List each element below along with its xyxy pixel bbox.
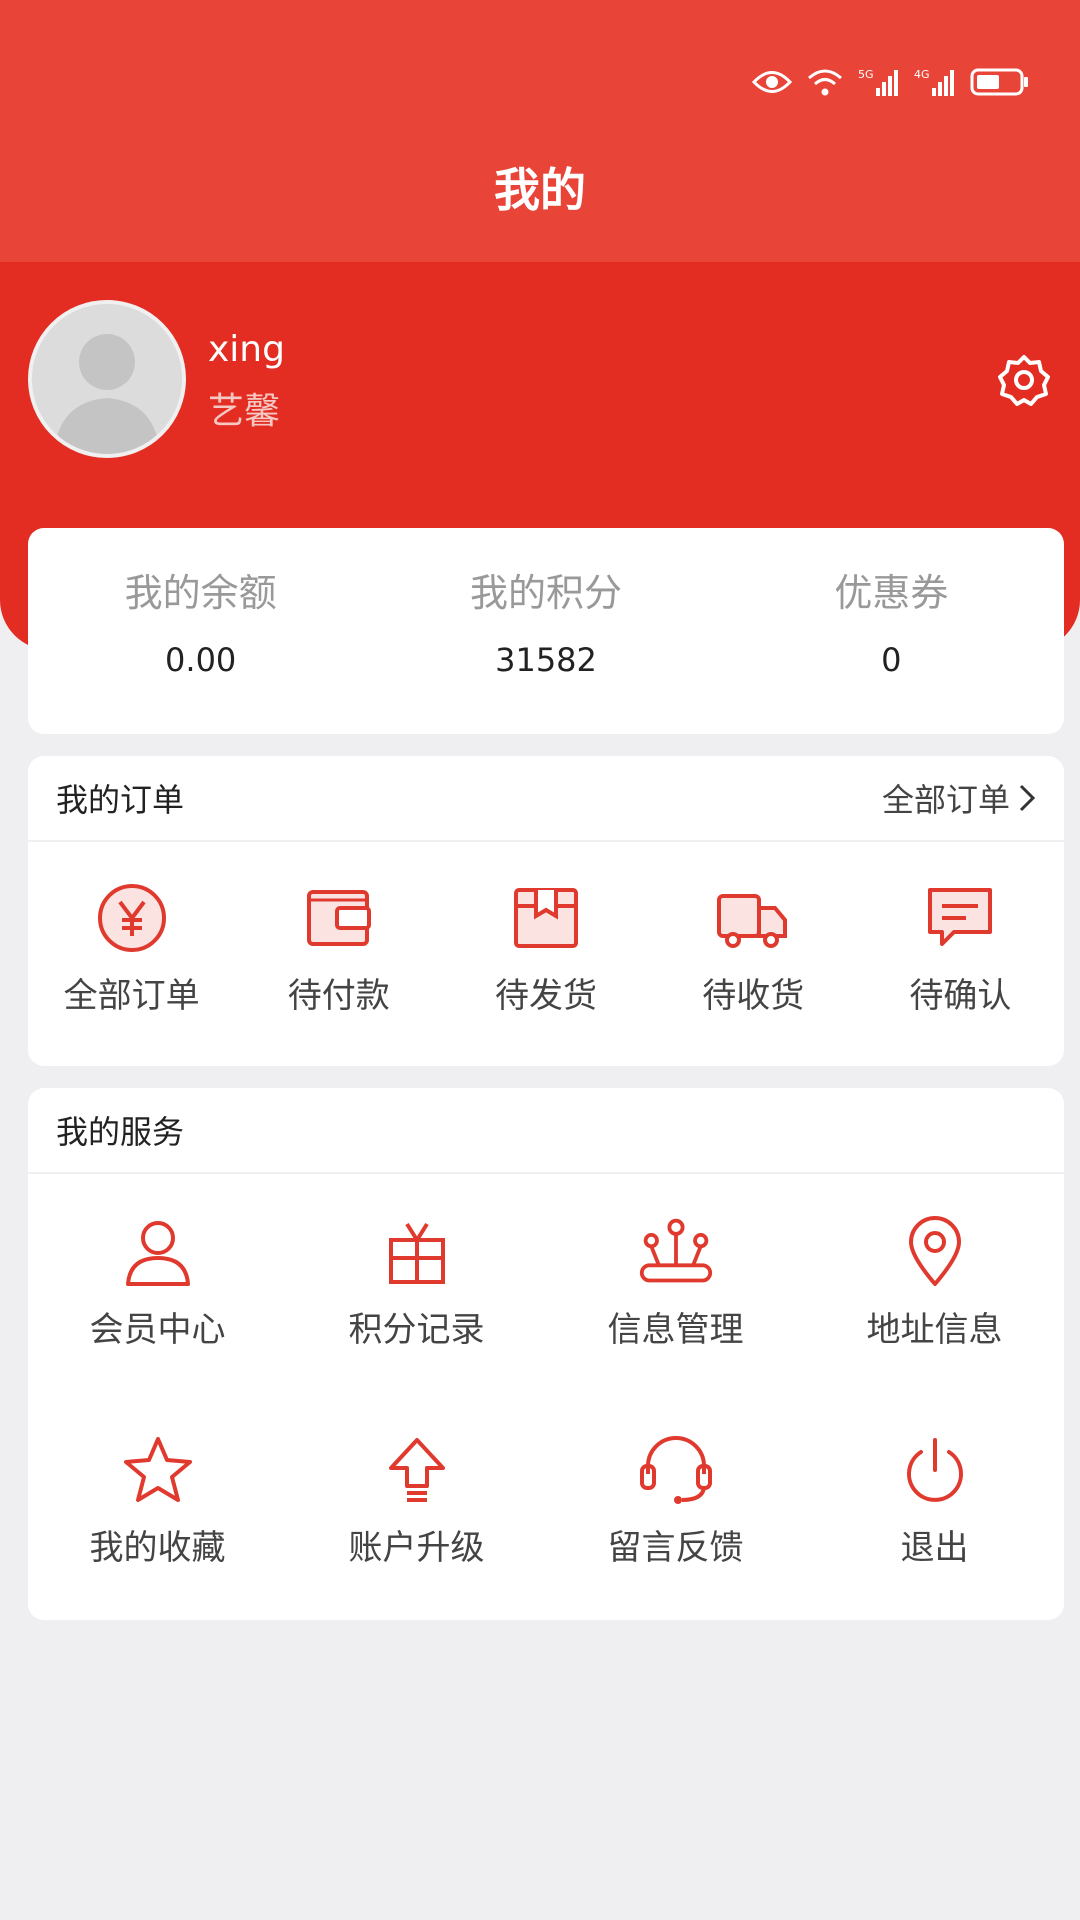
service-label: 地址信息 [866, 1310, 1003, 1350]
order-label: 待收货 [702, 976, 805, 1016]
service-points-record[interactable]: 积分记录 [287, 1214, 546, 1432]
user-subtitle: 艺馨 [208, 391, 281, 432]
order-pending-payment[interactable]: 待付款 [235, 880, 442, 1018]
info-manage-icon [639, 1218, 712, 1283]
order-all[interactable]: 全部订单 [28, 880, 235, 1018]
service-label: 我的收藏 [89, 1528, 226, 1568]
service-label: 留言反馈 [607, 1528, 744, 1568]
order-label: 待发货 [495, 976, 597, 1016]
wallet-card: 我的余额 0.00 我的积分 31582 优惠券 0 [28, 528, 1064, 734]
wallet-points[interactable]: 我的积分 31582 [373, 528, 718, 734]
message-icon [928, 888, 993, 946]
service-label: 信息管理 [607, 1310, 744, 1350]
signal-4g-icon: 4G [914, 68, 954, 96]
all-orders-link-label: 全部订单 [881, 781, 1010, 819]
user-icon [125, 1221, 190, 1286]
gift-icon [388, 1222, 445, 1284]
all-orders-link[interactable]: 全部订单 [882, 775, 1036, 821]
order-label: 全部订单 [63, 976, 200, 1016]
service-info-manage[interactable]: 信息管理 [546, 1214, 805, 1432]
orders-header: 我的订单 全部订单 [28, 756, 1064, 842]
upgrade-arrow-icon [388, 1438, 445, 1502]
services-card: 我的服务 会员中心 积分记录 信息管理 地址信息 我的收藏 账户升级 留言反馈 … [28, 1088, 1064, 1620]
service-label: 退出 [900, 1528, 969, 1568]
order-pending-receipt[interactable]: 待收货 [650, 880, 857, 1018]
wallet-value: 0.00 [165, 641, 237, 679]
yen-circle-icon [97, 884, 166, 952]
service-label: 积分记录 [348, 1310, 485, 1350]
wallet-icon [306, 890, 371, 946]
truck-icon [717, 894, 788, 948]
default-avatar-icon [32, 304, 182, 454]
battery-icon [970, 68, 1028, 96]
signal-5g-icon: 5G [858, 68, 898, 96]
order-label: 待确认 [909, 976, 1012, 1016]
status-bar: 5G 4G [752, 62, 1030, 102]
services-title: 我的服务 [56, 1113, 185, 1151]
page-title: 我的 [494, 163, 586, 217]
avatar[interactable] [28, 300, 186, 458]
package-icon [514, 888, 578, 948]
star-icon [123, 1437, 192, 1502]
service-logout[interactable]: 退出 [805, 1432, 1064, 1650]
wallet-label: 优惠券 [834, 571, 949, 615]
orders-title: 我的订单 [56, 781, 185, 819]
service-feedback[interactable]: 留言反馈 [546, 1432, 805, 1650]
orders-card: 我的订单 全部订单 全部订单 待付款 待发货 待收货 待确认 [28, 756, 1064, 1066]
service-upgrade[interactable]: 账户升级 [287, 1432, 546, 1650]
settings-button[interactable] [996, 352, 1052, 408]
service-label: 会员中心 [89, 1310, 226, 1350]
wallet-balance[interactable]: 我的余额 0.00 [28, 528, 373, 734]
eye-icon [752, 71, 792, 93]
power-icon [906, 1438, 963, 1502]
service-favorites[interactable]: 我的收藏 [28, 1432, 287, 1650]
service-label: 账户升级 [348, 1528, 485, 1568]
headset-icon [639, 1436, 712, 1504]
chevron-right-icon [1019, 784, 1036, 812]
order-pending-shipment[interactable]: 待发货 [442, 880, 649, 1018]
wallet-label: 我的积分 [469, 571, 622, 615]
service-member-center[interactable]: 会员中心 [28, 1214, 287, 1432]
wallet-value: 31582 [495, 641, 597, 679]
order-pending-confirm[interactable]: 待确认 [857, 880, 1064, 1018]
wallet-value: 0 [881, 641, 902, 679]
user-name: xing [208, 329, 285, 370]
wallet-label: 我的余额 [124, 571, 277, 615]
gear-icon [998, 355, 1050, 406]
top-bar: 5G 4G 我的 [0, 0, 1080, 262]
svg-text:4G: 4G [914, 68, 930, 81]
wallet-coupons[interactable]: 优惠券 0 [719, 528, 1064, 734]
services-header: 我的服务 [28, 1088, 1064, 1174]
svg-text:5G: 5G [858, 68, 874, 81]
order-label: 待付款 [287, 976, 390, 1016]
location-pin-icon [908, 1216, 961, 1286]
wifi-icon [808, 69, 842, 96]
service-address[interactable]: 地址信息 [805, 1214, 1064, 1432]
